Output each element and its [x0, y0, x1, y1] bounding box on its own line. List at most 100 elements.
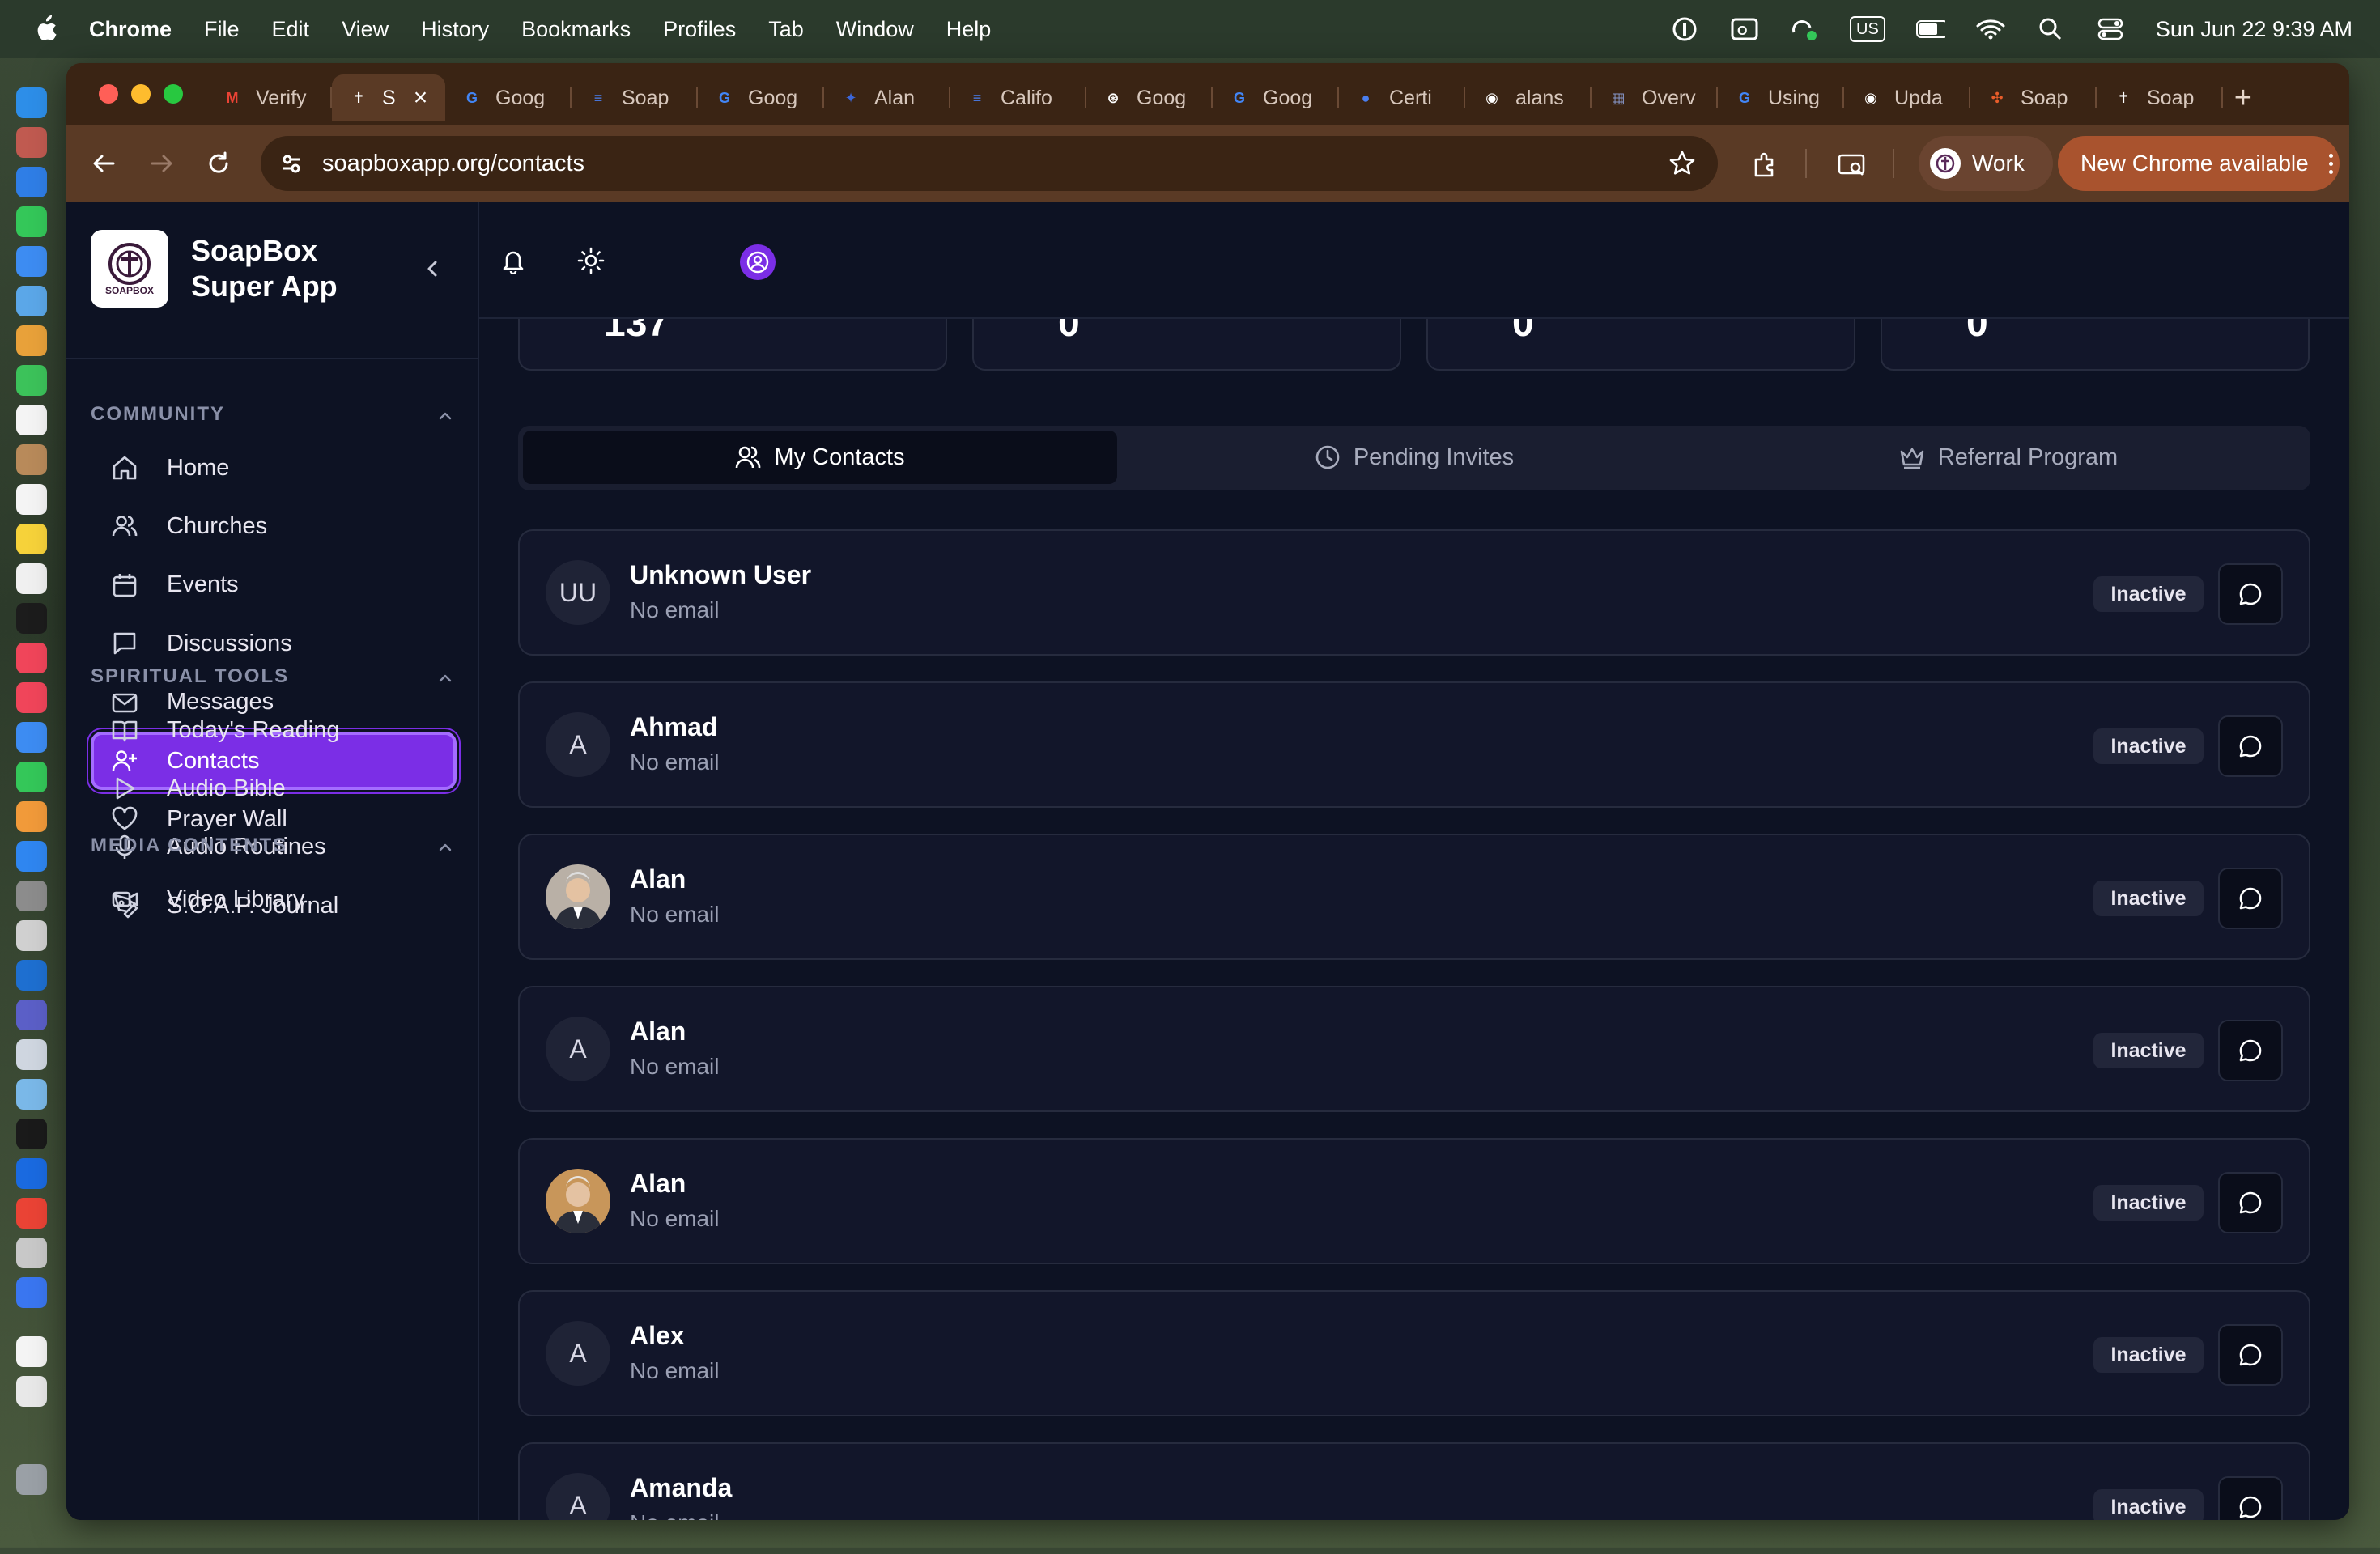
browser-tab[interactable]: ⊛ Goog — [1086, 74, 1213, 121]
back-button[interactable] — [86, 146, 121, 181]
menu-edit[interactable]: Edit — [272, 17, 310, 42]
printer-icon[interactable] — [16, 1238, 47, 1268]
message-contact-button[interactable] — [2218, 1020, 2283, 1081]
message-contact-button[interactable] — [2218, 563, 2283, 625]
1password-icon[interactable] — [16, 1158, 47, 1189]
address-bar[interactable]: soapboxapp.org/contacts — [261, 136, 1718, 191]
menu-history[interactable]: History — [421, 17, 489, 42]
sidebar-item-today-s-reading[interactable]: Today's Reading — [91, 701, 457, 759]
sync-status-icon[interactable] — [1790, 15, 1819, 44]
chrome-update-button[interactable]: New Chrome available — [2058, 136, 2340, 191]
minimize-window-button[interactable] — [131, 84, 151, 104]
outlook-app-icon[interactable] — [16, 960, 47, 991]
browser-tab[interactable]: G Goog — [1213, 74, 1339, 121]
bookmark-star-icon[interactable] — [1666, 147, 1698, 180]
tab-my-contacts[interactable]: My Contacts — [523, 431, 1117, 484]
menu-profiles[interactable]: Profiles — [663, 17, 736, 42]
menu-app-name[interactable]: Chrome — [89, 17, 172, 42]
notes-icon[interactable] — [16, 524, 47, 554]
profile-chip[interactable]: Work — [1919, 136, 2053, 191]
menu-window[interactable]: Window — [836, 17, 914, 42]
browser-tab[interactable]: ◉ alans — [1465, 74, 1592, 121]
collapse-sidebar-button[interactable] — [416, 253, 448, 285]
message-contact-button[interactable] — [2218, 715, 2283, 777]
contact-card[interactable]: Alan No email Inactive — [518, 834, 2310, 960]
pages-icon[interactable] — [16, 801, 47, 832]
browser-tab[interactable]: ▦ Overv — [1592, 74, 1718, 121]
messages-icon[interactable] — [16, 206, 47, 237]
utility-app-icon[interactable] — [16, 920, 47, 951]
brand[interactable]: SOAPBOX SoapBox Super App — [91, 230, 338, 308]
preview-icon[interactable] — [16, 1079, 47, 1110]
browser-tab[interactable]: G Using — [1718, 74, 1844, 121]
launchpad-icon[interactable] — [16, 127, 47, 158]
message-contact-button[interactable] — [2218, 1172, 2283, 1233]
browser-tab[interactable]: ≡ Califo — [950, 74, 1086, 121]
signal-icon[interactable] — [16, 1277, 47, 1308]
tab-referral-program[interactable]: Referral Program — [1711, 431, 2306, 484]
message-contact-button[interactable] — [2218, 1476, 2283, 1520]
app-store-icon[interactable] — [16, 841, 47, 872]
facetime-icon[interactable] — [16, 365, 47, 396]
teams-icon[interactable] — [16, 1000, 47, 1030]
contact-card[interactable]: UU Unknown User No email Inactive — [518, 529, 2310, 656]
notifications-bell-icon[interactable] — [497, 244, 529, 277]
terminal-icon[interactable] — [16, 1119, 47, 1149]
wifi-icon[interactable] — [1976, 15, 2005, 44]
maps-icon[interactable] — [16, 286, 47, 316]
document-icon[interactable] — [16, 1336, 47, 1367]
tv-icon[interactable] — [16, 603, 47, 634]
safari-icon[interactable] — [16, 167, 47, 197]
reminders-icon[interactable] — [16, 484, 47, 515]
menu-help[interactable]: Help — [946, 17, 992, 42]
mail-app-icon[interactable] — [16, 246, 47, 277]
finder-icon[interactable] — [16, 87, 47, 118]
zoom-window-button[interactable] — [164, 84, 183, 104]
close-tab-icon[interactable]: × — [414, 84, 428, 112]
menu-tab[interactable]: Tab — [768, 17, 804, 42]
chrome-app-icon[interactable] — [16, 1198, 47, 1229]
contact-card[interactable]: A Amanda No email Inactive — [518, 1442, 2310, 1520]
control-center-icon[interactable] — [2096, 15, 2125, 44]
sidebar-item-home[interactable]: Home — [91, 439, 457, 497]
browser-tab[interactable]: ● Certi — [1339, 74, 1465, 121]
close-window-button[interactable] — [99, 84, 118, 104]
reload-button[interactable] — [201, 146, 236, 181]
music-icon[interactable] — [16, 643, 47, 673]
cast-search-icon[interactable] — [1834, 147, 1870, 183]
browser-tab[interactable]: G Goog — [445, 74, 572, 121]
theme-toggle-sun-icon[interactable] — [575, 244, 607, 277]
sidebar-item-events[interactable]: Events — [91, 556, 457, 614]
menu-file[interactable]: File — [204, 17, 240, 42]
sidebar-section-title[interactable]: SPIRITUAL TOOLS — [91, 665, 289, 688]
forward-button[interactable] — [144, 146, 180, 181]
contact-card[interactable]: A Ahmad No email Inactive — [518, 681, 2310, 808]
freeform-icon[interactable] — [16, 563, 47, 594]
chevron-up-icon[interactable] — [434, 405, 457, 427]
browser-tab[interactable]: ✝ Soap — [2097, 74, 2223, 121]
battery-icon[interactable] — [1915, 15, 1945, 44]
user-avatar-icon[interactable] — [740, 244, 776, 280]
tab-pending-invites[interactable]: Pending Invites — [1117, 431, 1711, 484]
input-source-badge[interactable]: US — [1850, 16, 1885, 42]
sidebar-section-title[interactable]: MEDIA CONTENTS — [91, 834, 287, 857]
contact-card[interactable]: A Alan No email Inactive — [518, 986, 2310, 1112]
contact-card[interactable]: Alan No email Inactive — [518, 1138, 2310, 1264]
new-tab-button[interactable]: + — [2234, 81, 2252, 116]
downloads-stack-icon[interactable] — [16, 1376, 47, 1407]
chevron-up-icon[interactable] — [434, 667, 457, 690]
browser-tab[interactable]: ✦ Alan — [824, 74, 950, 121]
sidebar-item-churches[interactable]: Churches — [91, 497, 457, 555]
menu-clock[interactable]: Sun Jun 22 9:39 AM — [2156, 17, 2352, 42]
remote-desktop-icon[interactable] — [16, 1039, 47, 1070]
photos-icon[interactable] — [16, 325, 47, 356]
outlook-status-icon[interactable]: O — [1730, 15, 1759, 44]
message-contact-button[interactable] — [2218, 1324, 2283, 1386]
browser-tab[interactable]: ✣ Soap — [1970, 74, 2097, 121]
contacts-app-icon[interactable] — [16, 444, 47, 475]
password-manager-icon[interactable] — [1670, 15, 1699, 44]
spotlight-search-icon[interactable] — [2036, 15, 2065, 44]
browser-tab[interactable]: M Verify — [206, 74, 332, 121]
apple-menu-icon[interactable] — [29, 13, 62, 45]
browser-tab[interactable]: ✝ S × — [332, 74, 445, 121]
